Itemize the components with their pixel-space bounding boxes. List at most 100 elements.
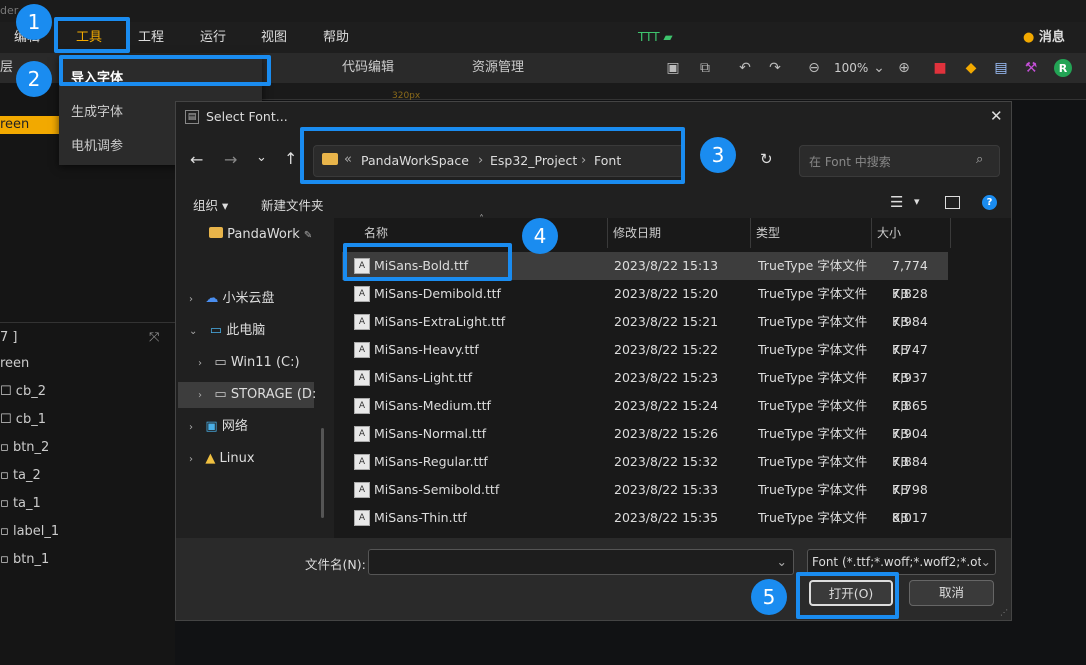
folder-open-icon: ▰: [663, 30, 673, 44]
hammer-icon[interactable]: ⚒: [1022, 59, 1040, 77]
menu-run[interactable]: 运行: [200, 22, 226, 53]
menu-help[interactable]: 帮助: [323, 22, 349, 53]
tree-drive-d[interactable]: › ▭ STORAGE (D:: [178, 382, 317, 408]
tree-item-cb1[interactable]: ☐ cb_1: [0, 410, 46, 430]
drive-icon: ▭: [214, 387, 227, 402]
zoom-level[interactable]: 100%: [834, 53, 868, 83]
stop-icon[interactable]: ■: [931, 59, 949, 77]
run-r-icon[interactable]: R: [1054, 59, 1072, 77]
refresh-icon[interactable]: ↻: [760, 150, 773, 168]
column-separator[interactable]: [750, 218, 751, 248]
file-name: MiSans-Medium.ttf: [374, 398, 491, 413]
tree-label: STORAGE (D:: [230, 387, 317, 402]
organize-button[interactable]: 组织 ▾: [193, 195, 228, 214]
menu-view[interactable]: 视图: [261, 22, 287, 53]
left-panel: 层: [0, 60, 175, 665]
file-row[interactable]: A MiSans-Semibold.ttf 2023/8/22 15:33 TrueT…: [342, 476, 948, 525]
search-icon[interactable]: ⌕: [976, 152, 983, 167]
tree-label: ta_1: [12, 496, 41, 511]
recent-chevron-icon[interactable]: ⌄: [256, 150, 267, 165]
file-date: 2023/8/22 15:35: [614, 510, 719, 525]
tree-linux[interactable]: › ▲ Linux: [189, 446, 255, 472]
expand-chevron-icon[interactable]: ›: [189, 422, 193, 433]
up-arrow-icon[interactable]: ↑: [284, 149, 297, 168]
zoom-out-icon[interactable]: ⊖: [805, 59, 823, 77]
file-row[interactable]: A MiSans-Medium.ttf 2023/8/22 15:24 TrueTyp…: [342, 392, 948, 441]
search-input[interactable]: 在 Font 中搜索 ⌕: [799, 145, 1000, 177]
tree-item-btn1[interactable]: ▫ btn_1: [0, 550, 49, 570]
file-row[interactable]: A MiSans-Light.ttf 2023/8/22 15:23 TrueType…: [342, 364, 948, 413]
font-file-icon: A: [354, 314, 370, 330]
filename-input[interactable]: ⌄: [368, 549, 794, 575]
menu-item-motor-tuning[interactable]: 电机调参: [71, 135, 123, 154]
step-badge-5: 5: [751, 579, 787, 615]
column-separator[interactable]: [871, 218, 872, 248]
column-separator[interactable]: [950, 218, 951, 248]
eraser-icon[interactable]: ◆: [962, 59, 980, 77]
tree-item-label1[interactable]: ▫ label_1: [0, 522, 59, 542]
code-file-icon[interactable]: ▤: [992, 59, 1010, 77]
expand-icon[interactable]: ⤧: [149, 330, 159, 345]
chevron-down-icon[interactable]: ⌄: [870, 59, 888, 77]
tree-xiaomi-cloud[interactable]: › ☁ 小米云盘: [189, 286, 275, 312]
preview-pane-icon[interactable]: [945, 196, 960, 209]
file-type: TrueType 字体文件: [758, 286, 868, 301]
cancel-button[interactable]: 取消: [909, 580, 994, 606]
bring-front-icon[interactable]: ▣: [664, 59, 682, 77]
tree-item-btn2[interactable]: ▫ btn_2: [0, 438, 49, 458]
back-arrow-icon[interactable]: ←: [190, 150, 203, 169]
chevron-down-icon[interactable]: ⌄: [980, 550, 991, 574]
close-icon[interactable]: ✕: [990, 107, 1003, 125]
menu-project[interactable]: 工程: [138, 22, 164, 53]
layer-tab[interactable]: 层: [0, 58, 13, 78]
tree-item-cb2[interactable]: ☐ cb_2: [0, 382, 46, 402]
file-row[interactable]: A MiSans-ExtraLight.ttf 2023/8/22 15:21 Tru…: [342, 308, 948, 357]
redo-icon[interactable]: ↷: [766, 59, 784, 77]
resize-grip-icon[interactable]: ⋰: [1000, 608, 1008, 617]
expand-chevron-icon[interactable]: ›: [198, 358, 202, 369]
tree-item-ta2[interactable]: ▫ ta_2: [0, 466, 41, 486]
file-row[interactable]: A MiSans-Thin.ttf 2023/8/22 15:35 TrueType …: [342, 504, 948, 553]
column-separator[interactable]: [607, 218, 608, 248]
message-button[interactable]: ● 消息: [1023, 22, 1065, 53]
tree-scrollbar[interactable]: [321, 428, 324, 518]
tree-this-pc[interactable]: ⌄ ▭ 此电脑: [189, 318, 265, 344]
expand-chevron-icon[interactable]: ›: [189, 454, 193, 465]
screen-item-selected[interactable]: reen: [0, 116, 60, 134]
file-row[interactable]: A MiSans-Regular.ttf 2023/8/22 15:32 TrueTy…: [342, 448, 948, 497]
forward-arrow-icon[interactable]: →: [224, 150, 237, 169]
view-options-icon[interactable]: ☰: [890, 193, 903, 211]
expand-chevron-icon[interactable]: ›: [189, 294, 193, 305]
new-folder-button[interactable]: 新建文件夹: [261, 195, 324, 214]
checkbox-icon: ☐: [0, 412, 12, 427]
tree-item-ta1[interactable]: ▫ ta_1: [0, 494, 41, 514]
file-row[interactable]: A MiSans-Demibold.ttf 2023/8/22 15:20 TrueT…: [342, 280, 948, 329]
tab-code-edit[interactable]: 代码编辑: [342, 53, 394, 83]
tree-label: btn_1: [12, 552, 50, 567]
collapse-chevron-icon[interactable]: ⌄: [189, 326, 197, 337]
tree-network[interactable]: › ▣ 网络: [189, 414, 248, 440]
highlight-box-4: [343, 243, 512, 281]
tree-label: 网络: [221, 419, 248, 434]
tree-item-screen[interactable]: reen: [0, 354, 29, 374]
undo-icon[interactable]: ↶: [736, 59, 754, 77]
tree-label: 小米云盘: [222, 291, 275, 306]
file-row[interactable]: A MiSans-Normal.ttf 2023/8/22 15:26 TrueTyp…: [342, 420, 948, 469]
file-row[interactable]: A MiSans-Heavy.ttf 2023/8/22 15:22 TrueType…: [342, 336, 948, 385]
menu-item-generate-font[interactable]: 生成字体: [71, 101, 123, 120]
expand-chevron-icon[interactable]: ›: [198, 390, 202, 401]
send-back-icon[interactable]: ⧉: [696, 59, 714, 77]
chevron-down-icon[interactable]: ▾: [914, 195, 920, 208]
zoom-in-icon[interactable]: ⊕: [895, 59, 913, 77]
chevron-down-icon[interactable]: ⌄: [777, 550, 787, 574]
file-type: TrueType 字体文件: [758, 370, 868, 385]
column-type[interactable]: 类型: [756, 218, 780, 248]
help-icon[interactable]: ?: [982, 195, 997, 210]
tree-drive-c[interactable]: › ▭ Win11 (C:): [198, 350, 300, 376]
panel-divider: [0, 322, 175, 323]
column-date[interactable]: 修改日期: [613, 218, 661, 248]
navigation-tree: PandaWork ✎ › ☁ 小米云盘 ⌄ ▭ 此电脑 › ▭ Win11 (…: [176, 218, 324, 538]
tab-resource-manage[interactable]: 资源管理: [472, 53, 524, 83]
tree-pandawork[interactable]: PandaWork ✎: [209, 222, 312, 248]
column-size[interactable]: 大小: [877, 218, 901, 248]
